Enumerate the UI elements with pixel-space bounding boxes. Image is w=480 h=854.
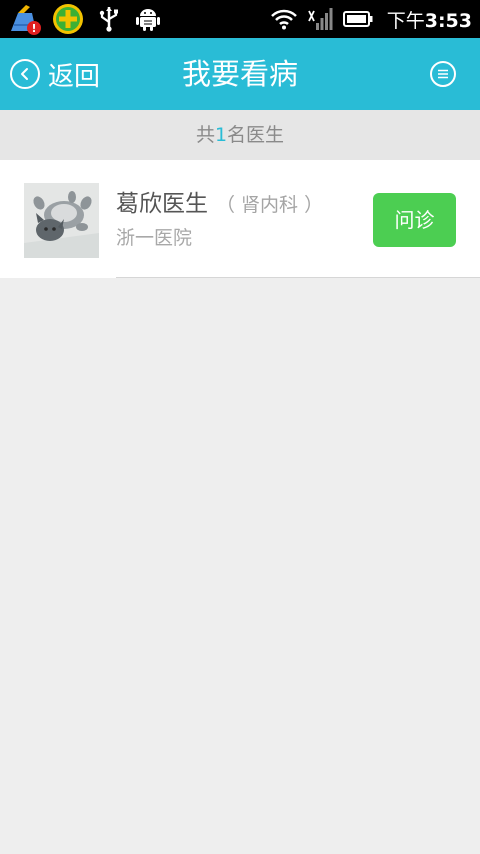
doctor-list: 葛欣医生 （ 肾内科 ） 浙一医院 问诊 bbox=[0, 160, 480, 278]
back-button[interactable]: 返回 bbox=[10, 38, 100, 110]
broom-icon: ! bbox=[8, 3, 42, 35]
chevron-left-icon bbox=[10, 59, 40, 89]
title-bar: 我要看病 返回 bbox=[0, 38, 480, 110]
doctor-avatar bbox=[24, 183, 99, 258]
menu-button[interactable] bbox=[430, 61, 456, 87]
status-bar: ! 下午3:53 bbox=[0, 0, 480, 38]
status-clock-period: 下午 bbox=[386, 9, 425, 32]
usb-icon bbox=[98, 6, 120, 32]
doctor-hospital: 浙一医院 bbox=[116, 227, 193, 249]
android-icon bbox=[136, 6, 160, 32]
menu-icon bbox=[438, 69, 448, 79]
doctor-count-number: 1 bbox=[214, 124, 228, 146]
list-divider bbox=[116, 277, 480, 278]
plus-icon bbox=[52, 3, 84, 35]
wifi-icon bbox=[270, 8, 297, 30]
back-label: 返回 bbox=[48, 61, 101, 92]
doctor-count-bar: 共1名医生 bbox=[0, 110, 480, 160]
doctor-count-suffix: 名医生 bbox=[227, 124, 285, 146]
status-bar-system: 下午3:53 bbox=[270, 0, 472, 38]
status-bar-notifications: ! bbox=[8, 3, 170, 35]
battery-icon bbox=[342, 10, 373, 28]
status-clock: 下午3:53 bbox=[387, 6, 472, 33]
signal-icon bbox=[307, 7, 333, 31]
status-clock-time: 3:53 bbox=[424, 9, 472, 32]
consult-button[interactable]: 问诊 bbox=[373, 193, 456, 247]
svg-text:!: ! bbox=[31, 22, 36, 35]
doctor-list-item[interactable]: 葛欣医生 （ 肾内科 ） 浙一医院 问诊 bbox=[0, 160, 480, 278]
doctor-department: （ 肾内科 ） bbox=[216, 194, 324, 216]
doctor-name-text: 葛欣医生 bbox=[116, 191, 208, 217]
doctor-name: 葛欣医生 （ 肾内科 ） bbox=[116, 184, 323, 218]
doctor-count-prefix: 共 bbox=[195, 124, 215, 146]
